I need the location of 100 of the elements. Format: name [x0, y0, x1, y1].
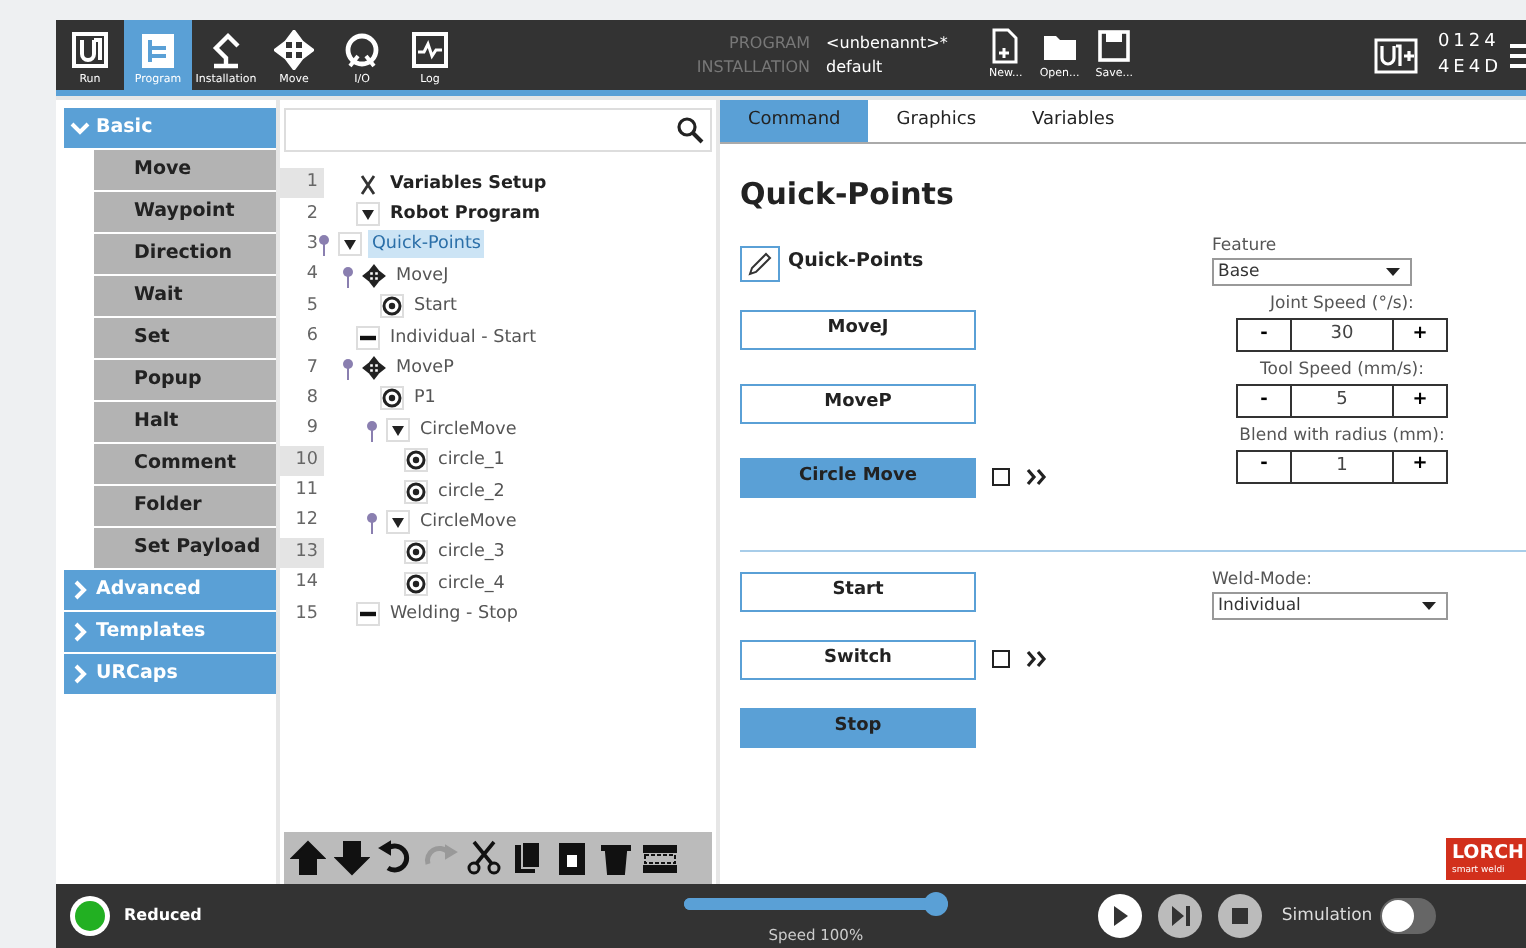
arrow-up-icon[interactable] — [290, 840, 326, 876]
status-indicator-icon — [68, 894, 112, 938]
tree-node[interactable]: Robot Program — [386, 200, 544, 229]
node-button[interactable]: Move — [94, 150, 276, 190]
io-dial-icon — [342, 29, 382, 70]
step-button[interactable] — [1157, 894, 1202, 938]
minus-button[interactable]: - — [1236, 383, 1292, 418]
node-button[interactable]: Comment — [94, 444, 276, 484]
variable-icon — [356, 171, 380, 196]
plus-button[interactable]: + — [1392, 318, 1448, 352]
collapse-handle-icon[interactable] — [340, 263, 356, 288]
plus-button[interactable]: + — [1392, 449, 1448, 483]
serial-number: 4E4D — [1437, 55, 1503, 81]
waypoint-icon — [404, 479, 428, 504]
robot-logo-icon — [1373, 37, 1418, 73]
panel-tab[interactable]: Command — [720, 100, 869, 142]
line-number: 1 — [280, 168, 324, 199]
move-arrows-icon — [362, 263, 386, 288]
command-button[interactable]: Circle Move — [740, 457, 976, 497]
minus-button[interactable]: - — [1236, 318, 1292, 352]
clipboard-icon[interactable] — [554, 840, 590, 876]
tree-node[interactable]: Quick-Points — [368, 230, 485, 259]
chevron-right-icon — [70, 622, 90, 642]
node-button[interactable]: Waypoint — [94, 192, 276, 232]
node-button[interactable]: Set — [94, 318, 276, 358]
search-field[interactable] — [284, 108, 712, 152]
node-button[interactable]: Wait — [94, 276, 276, 316]
checkbox-icon[interactable] — [992, 650, 1010, 668]
collapse-handle-icon[interactable] — [364, 417, 380, 442]
checkbox-icon[interactable] — [992, 468, 1010, 486]
node-button[interactable]: Folder — [94, 486, 276, 526]
line-number: 6 — [304, 324, 320, 351]
menu-icon — [1510, 39, 1526, 71]
tree-node[interactable]: Start — [410, 292, 461, 321]
speed-slider[interactable] — [683, 892, 948, 917]
line-number: 15 — [293, 601, 320, 628]
node-button[interactable]: Set Payload — [94, 528, 276, 568]
command-button[interactable]: Stop — [740, 707, 976, 747]
panel-tab[interactable]: Graphics — [868, 100, 1005, 142]
tree-node[interactable]: Welding - Stop — [386, 600, 522, 629]
scissors-icon[interactable] — [466, 840, 502, 876]
tree-node[interactable]: circle_2 — [434, 477, 509, 506]
caret-down-icon — [1422, 602, 1436, 611]
double-chevron-icon — [1026, 468, 1050, 486]
minus-button[interactable]: - — [1236, 449, 1292, 483]
command-button[interactable]: MoveJ — [740, 309, 976, 349]
program-name: <unbenannt>* — [826, 31, 948, 55]
panel-tab[interactable]: Variables — [1004, 100, 1143, 142]
play-button[interactable] — [1097, 894, 1142, 938]
suppress-icon[interactable] — [642, 840, 678, 876]
chevron-down-icon — [70, 118, 90, 138]
stop-button[interactable] — [1217, 894, 1262, 938]
program-label: PROGRAM — [727, 31, 811, 55]
minus-bar-icon — [356, 325, 380, 350]
line-number: 7 — [304, 355, 320, 382]
plus-button[interactable]: + — [1392, 383, 1448, 418]
tree-node[interactable]: circle_4 — [434, 569, 509, 598]
chevron-right-icon — [70, 664, 90, 684]
waypoint-icon — [404, 448, 428, 473]
tree-node[interactable]: CircleMove — [416, 507, 521, 536]
node-button[interactable]: Direction — [94, 234, 276, 274]
dropdown[interactable]: Base — [1212, 258, 1412, 287]
tree-node[interactable]: Individual - Start — [386, 323, 541, 352]
panel-title: Quick-Points — [740, 174, 956, 216]
chevron-right-icon — [70, 580, 90, 600]
undo-icon[interactable] — [378, 840, 414, 876]
waypoint-icon — [404, 571, 428, 596]
tree-node[interactable]: Variables Setup — [386, 169, 551, 198]
tree-node[interactable]: MoveP — [392, 354, 458, 383]
waveform-icon — [410, 29, 450, 70]
collapse-handle-icon[interactable] — [364, 509, 380, 534]
line-number: 5 — [304, 293, 320, 320]
status-text: Reduced — [124, 904, 202, 928]
tree-node[interactable]: P1 — [410, 384, 440, 413]
tree-node[interactable]: CircleMove — [416, 415, 521, 444]
tree-node[interactable]: circle_3 — [434, 538, 509, 567]
line-number: 2 — [304, 201, 320, 228]
edit-name-button[interactable] — [740, 245, 780, 281]
command-button[interactable]: MoveP — [740, 383, 976, 423]
line-number: 3 — [304, 231, 320, 258]
field-label: Tool Speed (mm/s): — [1260, 358, 1424, 384]
collapse-handle-icon[interactable] — [340, 356, 356, 381]
trash-icon[interactable] — [598, 840, 634, 876]
node-button[interactable]: Popup — [94, 360, 276, 400]
program-tree-icon — [138, 29, 178, 70]
arrow-down-icon[interactable] — [334, 840, 370, 876]
collapse-handle-icon[interactable] — [316, 232, 332, 257]
simulation-toggle[interactable] — [1380, 898, 1437, 934]
tree-node[interactable]: MoveJ — [392, 261, 453, 290]
field-label: Joint Speed (°/s): — [1270, 292, 1414, 318]
dropdown[interactable]: Individual — [1212, 592, 1448, 621]
field-label: Blend with radius (mm): — [1239, 423, 1445, 449]
installation-label: INSTALLATION — [696, 55, 811, 79]
command-button[interactable]: Switch — [740, 639, 976, 679]
line-number: 9 — [304, 416, 320, 443]
line-number: 13 — [280, 537, 324, 568]
line-number: 14 — [293, 570, 320, 597]
tree-node[interactable]: circle_1 — [434, 446, 509, 475]
command-button[interactable]: Start — [740, 571, 976, 611]
node-button[interactable]: Halt — [94, 402, 276, 442]
